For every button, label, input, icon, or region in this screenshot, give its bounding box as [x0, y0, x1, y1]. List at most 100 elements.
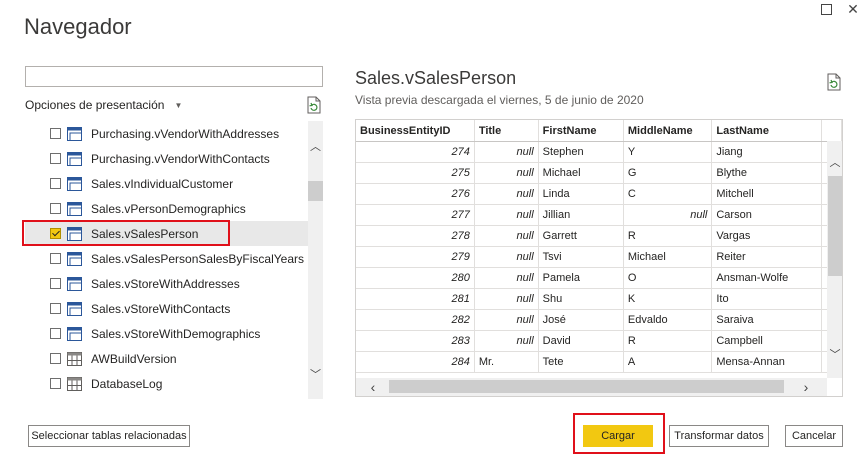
item-checkbox[interactable]: [50, 378, 61, 389]
display-options-dropdown[interactable]: Opciones de presentación ▼: [25, 98, 182, 112]
table-cell: R: [623, 225, 713, 247]
navigator-item[interactable]: Purchasing.vVendorWithContacts: [25, 146, 308, 171]
view-icon: [67, 326, 82, 341]
item-checkbox[interactable]: [50, 353, 61, 364]
navigator-item[interactable]: DatabaseLog: [25, 371, 308, 396]
preview-subtitle: Vista previa descargada el viernes, 5 de…: [355, 93, 644, 107]
table-cell: null: [474, 225, 539, 247]
table-cell: 283: [356, 330, 475, 352]
table-cell: Stephen: [538, 141, 624, 163]
table-cell: Mensa-Annan: [711, 351, 823, 373]
table-cell: 278: [356, 225, 475, 247]
table-cell: R: [623, 330, 713, 352]
scroll-left-icon[interactable]: ‹: [364, 378, 382, 396]
scroll-right-icon[interactable]: ›: [797, 378, 815, 396]
column-header[interactable]: MiddleName: [623, 120, 713, 142]
table-cell: Michael: [623, 246, 713, 268]
scroll-thumb[interactable]: [308, 181, 323, 201]
table-cell: Y: [623, 141, 713, 163]
select-related-tables-button[interactable]: Seleccionar tablas relacionadas: [28, 425, 190, 447]
view-icon: [67, 276, 82, 291]
table-cell: Edvaldo: [623, 309, 713, 331]
navigator-item-label: Purchasing.vVendorWithAddresses: [91, 126, 280, 141]
table-cell: David: [538, 330, 624, 352]
table-cell: 280: [356, 267, 475, 289]
table-row: 284 Mr. Tete A Mensa-Annan: [356, 351, 842, 373]
navigator-item[interactable]: Sales.vStoreWithContacts: [25, 296, 308, 321]
navigator-item-label: AWBuildVersion: [91, 351, 177, 366]
table-cell: A: [623, 351, 713, 373]
table-cell: Jillian: [538, 204, 624, 226]
table-icon: [67, 376, 82, 391]
table-cell: null: [474, 288, 539, 310]
column-header[interactable]: BusinessEntityID: [356, 120, 475, 142]
table-cell: 284: [356, 351, 475, 373]
navigator-item[interactable]: Sales.vStoreWithAddresses: [25, 271, 308, 296]
navigator-item-label: Sales.vStoreWithContacts: [91, 301, 231, 316]
navigator-item[interactable]: Sales.vPersonDemographics: [25, 196, 308, 221]
close-button[interactable]: ✕: [842, 0, 864, 18]
search-input[interactable]: [25, 66, 323, 87]
dialog-title: Navegador: [24, 14, 132, 39]
navigator-item[interactable]: Sales.vSalesPersonSalesByFiscalYears: [25, 246, 308, 271]
refresh-button-right[interactable]: [826, 73, 842, 96]
table-cell: G: [623, 162, 713, 184]
column-header[interactable]: Title: [474, 120, 539, 142]
refresh-button-left[interactable]: [306, 96, 322, 119]
column-header[interactable]: LastName: [711, 120, 823, 142]
grid-vertical-scrollbar[interactable]: ︿ ﹀: [827, 141, 842, 378]
item-checkbox[interactable]: [50, 128, 61, 139]
table-cell: Carson: [711, 204, 823, 226]
maximize-button[interactable]: [815, 0, 837, 18]
column-header[interactable]: FirstName: [538, 120, 624, 142]
load-button[interactable]: Cargar: [583, 425, 653, 447]
table-cell: Ansman-Wolfe: [711, 267, 823, 289]
table-row: 279 null Tsvi Michael Reiter: [356, 246, 842, 268]
navigator-item-label: Sales.vPersonDemographics: [91, 201, 246, 216]
navigator-item-label: Sales.vSalesPersonSalesByFiscalYears: [91, 251, 304, 266]
grid-horizontal-scrollbar[interactable]: ‹ ›: [356, 378, 827, 396]
view-icon: [67, 301, 82, 316]
view-icon: [67, 126, 82, 141]
table-cell: null: [474, 330, 539, 352]
table-cell: null: [474, 183, 539, 205]
item-checkbox[interactable]: [50, 328, 61, 339]
scroll-down-icon[interactable]: ﹀: [827, 347, 842, 361]
navigator-item[interactable]: Purchasing.vVendorWithAddresses: [25, 121, 308, 146]
view-icon: [67, 251, 82, 266]
item-checkbox[interactable]: [50, 253, 61, 264]
item-checkbox[interactable]: [50, 203, 61, 214]
item-checkbox[interactable]: [50, 303, 61, 314]
scroll-thumb[interactable]: [828, 176, 842, 276]
transform-data-button[interactable]: Transformar datos: [669, 425, 769, 447]
navigator-item[interactable]: Sales.vIndividualCustomer: [25, 171, 308, 196]
table-cell: Tete: [538, 351, 624, 373]
item-checkbox[interactable]: [50, 178, 61, 189]
table-icon: [67, 351, 82, 366]
navigator-list: Purchasing.vVendorWithAddresses Purchasin…: [25, 121, 308, 399]
table-cell: null: [474, 204, 539, 226]
scroll-thumb[interactable]: [389, 380, 784, 393]
scroll-up-icon[interactable]: ︿: [308, 139, 323, 153]
scroll-down-icon[interactable]: ﹀: [308, 367, 323, 381]
column-header[interactable]: [821, 120, 842, 142]
table-cell: 274: [356, 141, 475, 163]
item-checkbox[interactable]: [50, 278, 61, 289]
cancel-button[interactable]: Cancelar: [785, 425, 843, 447]
table-cell: Garrett: [538, 225, 624, 247]
table-cell: Pamela: [538, 267, 624, 289]
preview-grid: BusinessEntityID Title FirstName MiddleName…: [355, 119, 843, 397]
scroll-up-icon[interactable]: ︿: [827, 155, 842, 169]
table-row: 276 null Linda C Mitchell: [356, 183, 842, 205]
table-cell: Saraiva: [711, 309, 823, 331]
navigator-item[interactable]: Sales.vStoreWithDemographics: [25, 321, 308, 346]
navigator-item[interactable]: AWBuildVersion: [25, 346, 308, 371]
table-cell: null: [474, 162, 539, 184]
view-icon: [67, 176, 82, 191]
item-checkbox[interactable]: [50, 153, 61, 164]
table-cell: Vargas: [711, 225, 823, 247]
view-icon: [67, 151, 82, 166]
refresh-icon: [307, 96, 321, 114]
table-row: 280 null Pamela O Ansman-Wolfe: [356, 267, 842, 289]
navigator-scrollbar[interactable]: ︿ ﹀: [308, 121, 323, 399]
